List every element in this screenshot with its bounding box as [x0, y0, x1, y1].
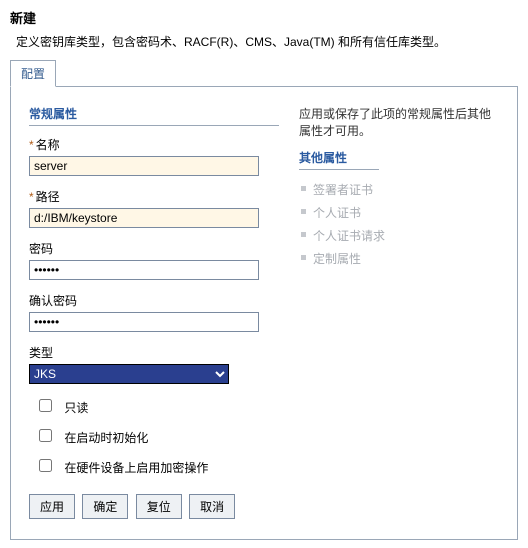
- password-input[interactable]: [29, 260, 259, 280]
- password-label: 密码: [29, 240, 279, 257]
- apply-button[interactable]: 应用: [29, 494, 75, 519]
- reset-button[interactable]: 复位: [136, 494, 182, 519]
- init-on-start-label: 在启动时初始化: [64, 431, 148, 445]
- name-label: *名称: [29, 136, 279, 153]
- confirm-password-label: 确认密码: [29, 292, 279, 309]
- path-input[interactable]: [29, 208, 259, 228]
- other-item-custom-props: 定制属性: [299, 247, 499, 270]
- name-input[interactable]: [29, 156, 259, 176]
- general-properties-header: 常规属性: [29, 105, 279, 126]
- readonly-checkbox[interactable]: [39, 399, 52, 412]
- tab-strip: 配置: [10, 64, 518, 86]
- hw-crypto-checkbox[interactable]: [39, 459, 52, 472]
- other-properties-list: 签署者证书 个人证书 个人证书请求 定制属性: [299, 178, 499, 270]
- other-item-signer-cert: 签署者证书: [299, 178, 499, 201]
- type-select[interactable]: JKS: [29, 364, 229, 384]
- ok-button[interactable]: 确定: [82, 494, 128, 519]
- page-description: 定义密钥库类型，包含密码术、RACF(R)、CMS、Java(TM) 和所有信任…: [16, 33, 518, 50]
- path-label: *路径: [29, 188, 279, 205]
- config-panel: 常规属性 *名称 *路径 密码 确认密码 类型 JKS: [10, 86, 518, 540]
- page-title: 新建: [10, 8, 518, 27]
- other-properties-header: 其他属性: [299, 149, 379, 170]
- readonly-label: 只读: [64, 401, 88, 415]
- cancel-button[interactable]: 取消: [189, 494, 235, 519]
- init-on-start-checkbox[interactable]: [39, 429, 52, 442]
- general-column: 常规属性 *名称 *路径 密码 确认密码 类型 JKS: [29, 105, 279, 519]
- type-label: 类型: [29, 344, 279, 361]
- side-column: 应用或保存了此项的常规属性后其他属性才可用。 其他属性 签署者证书 个人证书 个…: [279, 105, 499, 270]
- tab-config[interactable]: 配置: [10, 60, 56, 87]
- side-note: 应用或保存了此项的常规属性后其他属性才可用。: [299, 105, 499, 139]
- confirm-password-input[interactable]: [29, 312, 259, 332]
- button-row: 应用 确定 复位 取消: [29, 494, 279, 519]
- other-item-personal-cert-request: 个人证书请求: [299, 224, 499, 247]
- other-item-personal-cert: 个人证书: [299, 201, 499, 224]
- hw-crypto-label: 在硬件设备上启用加密操作: [64, 461, 208, 475]
